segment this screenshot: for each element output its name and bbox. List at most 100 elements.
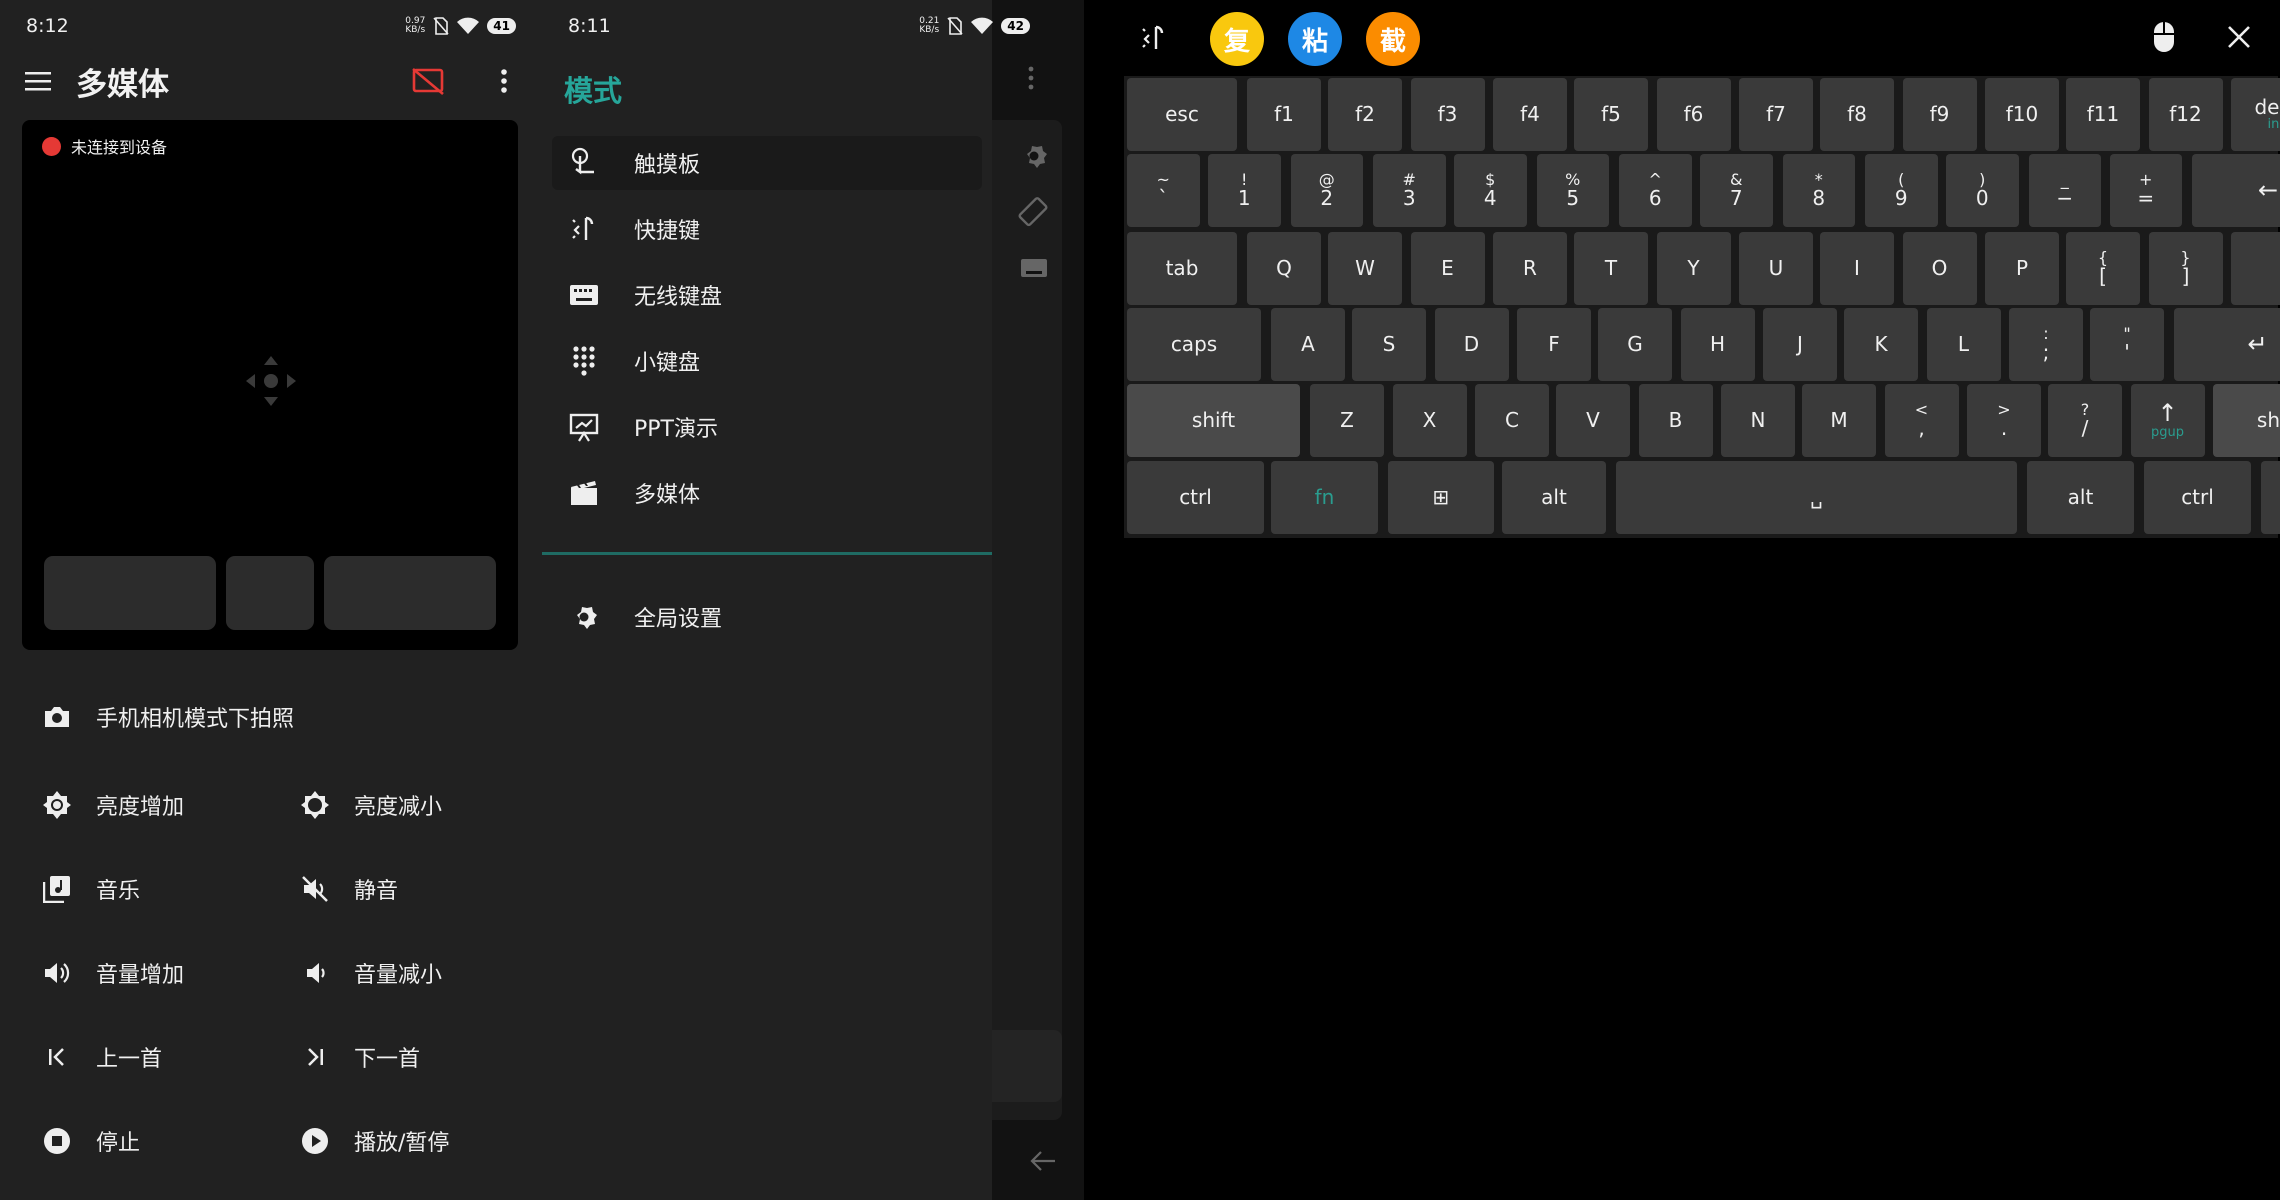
key-2190[interactable]: ← (2192, 154, 2280, 227)
key-q[interactable]: Q (1247, 232, 1321, 305)
key-2212[interactable]: _ − (2028, 154, 2101, 227)
touchpad-area[interactable]: 未连接到设备 (22, 120, 518, 650)
key-home[interactable]: ←home (2261, 461, 2280, 534)
key-4[interactable]: $4 (1454, 154, 1527, 227)
key-d[interactable]: D (1434, 308, 1509, 381)
key-r[interactable]: R (1493, 232, 1567, 305)
key-f[interactable]: F (1517, 308, 1591, 381)
drawer-item-ppt[interactable]: PPT演示 (552, 400, 982, 454)
key-f12[interactable]: f12 (2148, 78, 2223, 151)
key-5c[interactable]: |\ (2231, 232, 2280, 305)
key-3[interactable]: #3 (1373, 154, 1446, 227)
key-o[interactable]: O (1902, 232, 1977, 305)
key-6[interactable]: ^ 6 (1619, 154, 1692, 227)
key-ctrl[interactable]: ctrl (1127, 461, 1264, 534)
key-f3[interactable]: f3 (1410, 78, 1485, 151)
key-k[interactable]: K (1844, 308, 1918, 381)
key-f10[interactable]: f10 (1985, 78, 2059, 151)
key-229e[interactable]: ⊞ (1388, 461, 1494, 534)
drawer-item-wireless-keyboard[interactable]: 无线键盘 (552, 268, 982, 322)
key-y[interactable]: Y (1656, 232, 1731, 305)
key-t[interactable]: T (1574, 232, 1648, 305)
key-g[interactable]: G (1598, 308, 1672, 381)
key-2e[interactable]: >. (1967, 384, 2041, 457)
stop-action[interactable]: 停止 (40, 1121, 140, 1161)
left-click-button[interactable] (44, 556, 216, 630)
copy-button[interactable]: 复 (1210, 12, 1264, 66)
key-m[interactable]: M (1802, 384, 1876, 457)
key-tab[interactable]: tab (1127, 232, 1237, 305)
drawer-item-shortcuts[interactable]: 快捷键 (552, 202, 982, 256)
key-2423[interactable]: ␣ (1616, 461, 2017, 534)
key-8[interactable]: * 8 (1782, 154, 1855, 227)
key-i[interactable]: I (1820, 232, 1894, 305)
key-a[interactable]: A (1271, 308, 1345, 381)
right-click-button[interactable] (324, 556, 496, 630)
key-caps[interactable]: caps (1127, 308, 1261, 381)
key-27[interactable]: " ' (2090, 308, 2164, 381)
key-v[interactable]: V (1556, 384, 1630, 457)
key-alt[interactable]: alt (1502, 461, 1606, 534)
screenshot-button[interactable]: 截 (1366, 12, 1420, 66)
key-f1[interactable]: f1 (1247, 78, 1321, 151)
key-x[interactable]: X (1392, 384, 1467, 457)
close-button[interactable] (2226, 24, 2252, 54)
middle-click-button[interactable] (226, 556, 314, 630)
key-2[interactable]: @2 (1290, 154, 1363, 227)
key-5b[interactable]: {[ (2066, 232, 2140, 305)
key-h[interactable]: H (1680, 308, 1755, 381)
key-shift[interactable]: shift (1127, 384, 1300, 457)
key-p[interactable]: P (1985, 232, 2059, 305)
key-0[interactable]: ) 0 (1946, 154, 2019, 227)
overflow-menu-button[interactable] (466, 68, 542, 94)
key-7[interactable]: & 7 (1700, 154, 1773, 227)
key-5d[interactable]: }] (2148, 232, 2223, 305)
key-f7[interactable]: f7 (1739, 78, 1813, 151)
key-f11[interactable]: f11 (2066, 78, 2140, 151)
cast-off-button[interactable] (390, 67, 466, 95)
key-alt[interactable]: alt (2027, 461, 2134, 534)
key-b[interactable]: B (1638, 384, 1713, 457)
mouse-mode-button[interactable] (2152, 20, 2176, 58)
key-f8[interactable]: f8 (1820, 78, 1894, 151)
key-3b[interactable]: :; (2009, 308, 2083, 381)
brightness-down-action[interactable]: 亮度减小 (298, 785, 442, 825)
next-track-action[interactable]: 下一首 (298, 1037, 420, 1077)
drawer-item-touchpad[interactable]: 触摸板 (552, 136, 982, 190)
brightness-up-action[interactable]: 亮度增加 (40, 785, 184, 825)
drawer-item-global-settings[interactable]: 全局设置 (552, 590, 982, 644)
key-f9[interactable]: f9 (1902, 78, 1977, 151)
music-action[interactable]: 音乐 (40, 869, 140, 909)
key-w[interactable]: W (1328, 232, 1402, 305)
key-21b5[interactable]: ↵ (2174, 308, 2280, 381)
mute-action[interactable]: 静音 (298, 869, 398, 909)
key-u[interactable]: U (1739, 232, 1813, 305)
key-f4[interactable]: f4 (1493, 78, 1567, 151)
paste-button[interactable]: 粘 (1288, 12, 1342, 66)
drawer-item-numpad[interactable]: 小键盘 (552, 334, 982, 388)
volume-up-action[interactable]: 音量增加 (40, 953, 184, 993)
key-2c[interactable]: <, (1884, 384, 1959, 457)
drawer-item-multimedia[interactable]: 多媒体 (552, 466, 982, 520)
key-l[interactable]: L (1926, 308, 2001, 381)
key-c[interactable]: C (1475, 384, 1549, 457)
key-z[interactable]: Z (1310, 384, 1384, 457)
key-9[interactable]: (9 (1865, 154, 1938, 227)
volume-down-action[interactable]: 音量减小 (298, 953, 442, 993)
key-pgup[interactable]: ↑ pgup (2130, 384, 2205, 457)
key-f5[interactable]: f5 (1574, 78, 1648, 151)
key-f6[interactable]: f6 (1656, 78, 1731, 151)
key-j[interactable]: J (1763, 308, 1837, 381)
key-insert[interactable]: deleteinsert (2231, 78, 2280, 151)
key-f2[interactable]: f2 (1328, 78, 1402, 151)
key-ctrl[interactable]: ctrl (2144, 461, 2251, 534)
menu-button[interactable] (0, 71, 76, 91)
key-shift[interactable]: shift (2213, 384, 2280, 457)
key-n[interactable]: N (1721, 384, 1795, 457)
shortcut-mode-button[interactable] (1140, 22, 1168, 58)
key-2f[interactable]: ? / (2048, 384, 2122, 457)
key-3d[interactable]: + = (2109, 154, 2182, 227)
key-esc[interactable]: esc (1127, 78, 1237, 151)
key-1[interactable]: ! 1 (1208, 154, 1281, 227)
key-s[interactable]: S (1352, 308, 1426, 381)
